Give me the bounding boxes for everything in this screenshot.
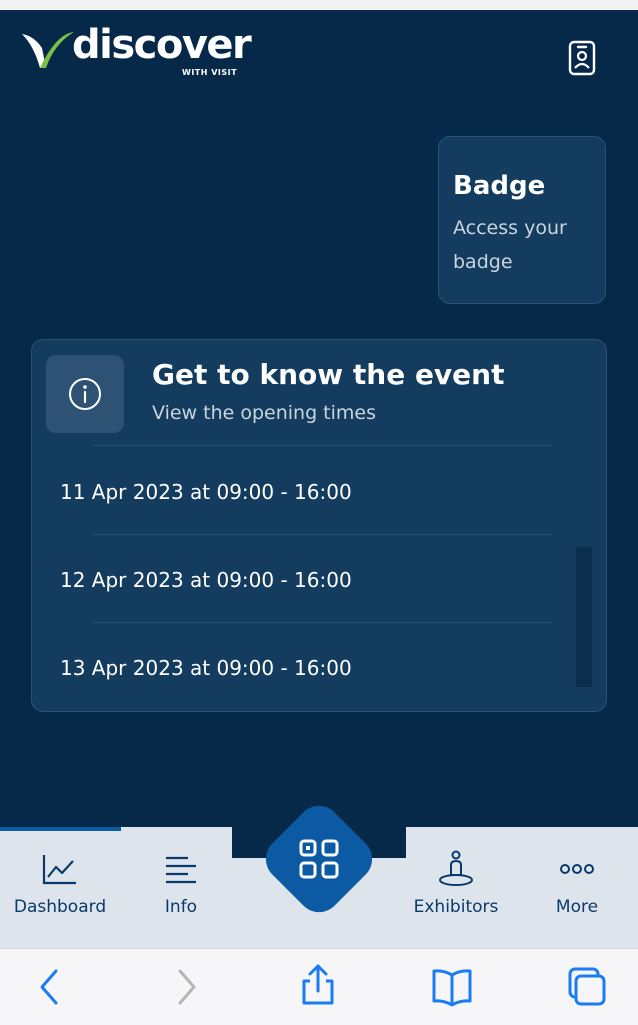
- browser-forward-button[interactable]: [164, 967, 208, 1007]
- tab-info[interactable]: Info: [121, 827, 241, 948]
- opening-time-row: 13 Apr 2023 at 09:00 - 16:00: [60, 656, 352, 680]
- badge-header-button[interactable]: [564, 38, 600, 78]
- divider: [92, 534, 552, 535]
- tab-dashboard[interactable]: Dashboard: [0, 827, 120, 948]
- divider: [92, 622, 552, 623]
- chart-line-icon: [42, 855, 76, 885]
- info-icon: [69, 378, 101, 410]
- badge-card-subtitle: Access your badge: [453, 217, 567, 273]
- event-info-card: Get to know the event View the opening t…: [31, 339, 607, 712]
- more-dots-icon: [560, 864, 594, 874]
- status-strip: [0, 0, 638, 10]
- info-tile: [46, 355, 124, 433]
- tab-label: Info: [164, 897, 198, 917]
- qr-code-icon: [299, 839, 339, 879]
- browser-share-button[interactable]: [296, 964, 340, 1007]
- browser-tabs-button[interactable]: [566, 967, 610, 1007]
- tab-exhibitors[interactable]: Exhibitors: [396, 827, 516, 948]
- browser-toolbar: [0, 948, 638, 1025]
- bookmarks-icon: [432, 969, 472, 1007]
- divider: [92, 445, 552, 446]
- browser-back-button[interactable]: [28, 967, 72, 1007]
- lines-icon: [166, 856, 196, 884]
- event-card-subtitle: View the opening times: [152, 402, 377, 424]
- back-icon: [40, 969, 58, 1005]
- tab-label: More: [555, 897, 599, 917]
- discover-logo: discover WITH VISIT: [20, 22, 252, 80]
- share-icon: [302, 964, 334, 1005]
- tab-label: Exhibitors: [413, 897, 499, 917]
- logo-check-icon: [22, 32, 74, 68]
- logo-text: discover: [72, 22, 252, 68]
- tab-more[interactable]: More: [517, 827, 637, 948]
- scan-qr-button[interactable]: [256, 796, 382, 922]
- tabs-icon: [568, 967, 606, 1006]
- opening-time-row: 12 Apr 2023 at 09:00 - 16:00: [60, 568, 352, 592]
- forward-icon: [178, 969, 196, 1005]
- logo-subtext: WITH VISIT: [182, 68, 238, 77]
- badge-card[interactable]: Badge Access your badge: [438, 136, 606, 304]
- tab-label: Dashboard: [13, 897, 107, 917]
- opening-time-row: 11 Apr 2023 at 09:00 - 16:00: [60, 480, 352, 504]
- browser-bookmarks-button[interactable]: [430, 967, 474, 1007]
- map-pin-person-icon: [439, 850, 473, 886]
- scrollbar[interactable]: [576, 547, 592, 687]
- event-card-title: Get to know the event: [152, 358, 505, 391]
- id-badge-icon: [568, 40, 596, 76]
- badge-card-title: Badge: [453, 171, 546, 201]
